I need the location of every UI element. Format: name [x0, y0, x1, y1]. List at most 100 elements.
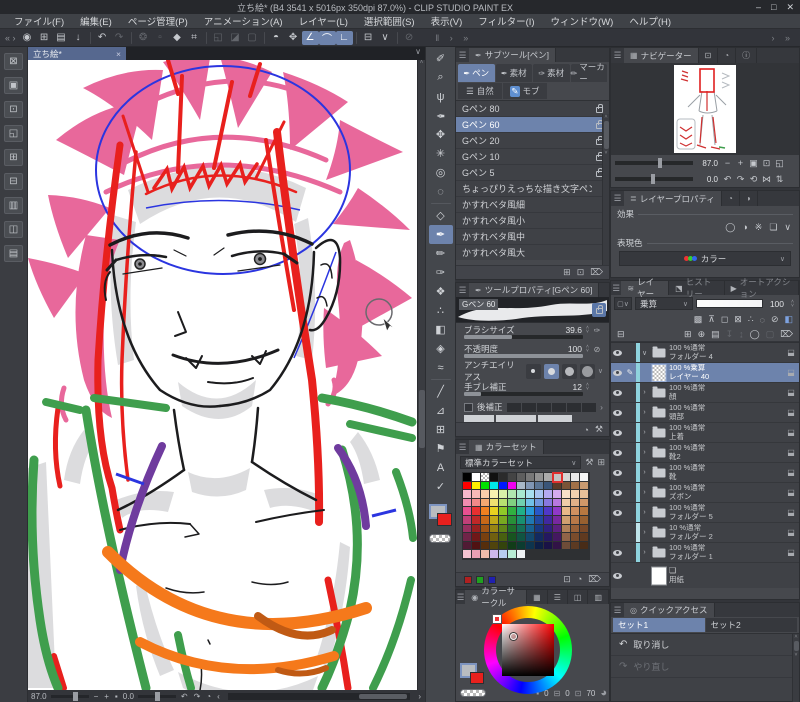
opacity-dynamics-icon[interactable]: ⊘	[591, 345, 603, 354]
color-swatch[interactable]	[481, 524, 490, 534]
color-swatch[interactable]	[490, 473, 499, 482]
color-swatch[interactable]	[472, 498, 481, 508]
hand-tool[interactable]: ψ	[429, 87, 453, 106]
color-swatch[interactable]	[508, 515, 517, 525]
color-swatch[interactable]	[472, 473, 481, 482]
color-swatch[interactable]	[535, 515, 544, 525]
lock-transparent-icon[interactable]: ∴	[748, 314, 754, 325]
stepper[interactable]: ˄ ˅	[584, 345, 591, 354]
color-swatch[interactable]	[499, 515, 508, 525]
color-swatch[interactable]	[526, 507, 535, 516]
color-swatch[interactable]	[562, 533, 571, 542]
layer-row[interactable]: ✎ › 100 %通常 靴 ⬓	[611, 463, 799, 483]
expression-color-select[interactable]: カラー ∨	[619, 251, 791, 266]
expand-arrow-icon[interactable]: ›	[640, 429, 649, 436]
color-swatch[interactable]	[580, 473, 589, 482]
brush-tool[interactable]: ✑	[429, 263, 453, 282]
color-swatch[interactable]	[472, 481, 481, 491]
color-swatch[interactable]	[481, 507, 490, 516]
color-swatch[interactable]	[526, 550, 535, 559]
color-swatch[interactable]	[552, 472, 563, 483]
figure-tool[interactable]: ╱	[429, 382, 453, 401]
snap-special-icon[interactable]: ⌒	[318, 30, 336, 45]
delete-layer-icon[interactable]: ⌦	[780, 329, 793, 340]
color-swatch[interactable]	[463, 481, 472, 491]
color-swatch[interactable]	[508, 490, 517, 499]
layer-settings-icon[interactable]: ⬓	[783, 548, 799, 557]
color-swatch[interactable]	[544, 533, 553, 542]
panel-menu-icon[interactable]: ☰	[611, 48, 624, 63]
color-swatch[interactable]	[571, 524, 580, 534]
effect-expand-icon[interactable]: ∨	[784, 222, 791, 233]
brush-item[interactable]: Gペン 80	[456, 101, 609, 117]
color-swatch[interactable]	[463, 550, 472, 559]
nav-flip-h-icon[interactable]: ⋈	[760, 174, 773, 185]
color-swatch[interactable]	[508, 498, 517, 508]
merge-down-icon[interactable]: ↨	[739, 329, 744, 339]
tab-item-bank[interactable]: ◔	[718, 48, 737, 63]
layer-row[interactable]: ✎ ❏ 用紙 ⬓	[611, 563, 799, 588]
canvas-tab[interactable]: 立ち絵* ×	[28, 47, 126, 60]
color-swatch[interactable]	[571, 473, 580, 482]
decoration-tool[interactable]: ❖	[429, 282, 453, 301]
color-swatch[interactable]	[553, 498, 562, 508]
tone-effect-icon[interactable]: ◑	[742, 222, 747, 233]
nav-fit-icon[interactable]: ⊡	[760, 158, 773, 169]
color-swatch[interactable]	[526, 473, 535, 482]
canvas-hscrollbar[interactable]	[227, 692, 411, 700]
fill-tool[interactable]: ◈	[429, 339, 453, 358]
color-swatch[interactable]	[562, 541, 571, 551]
color-swatch[interactable]	[580, 498, 589, 508]
color-swatch[interactable]	[562, 473, 571, 482]
blend-mode-select[interactable]: 乗算 ∨	[635, 297, 693, 310]
expand-arrow-icon[interactable]: ›	[640, 489, 649, 496]
color-swatch[interactable]	[517, 473, 526, 482]
color-swatch[interactable]	[580, 541, 589, 551]
reference-layer-icon[interactable]: ◧	[784, 314, 793, 325]
color-swatch[interactable]	[535, 498, 544, 508]
visibility-eye-icon[interactable]	[613, 429, 622, 436]
nav-100-icon[interactable]: ▣	[747, 158, 760, 169]
color-swatch[interactable]	[463, 524, 472, 534]
color-swatch[interactable]	[472, 524, 481, 534]
panel-menu-icon[interactable]: ☰	[456, 48, 469, 62]
color-swatch[interactable]	[571, 533, 580, 542]
tab-subview[interactable]: ⊡	[698, 48, 719, 63]
layer-row[interactable]: ✎ › 100 %通常 フォルダー 5 ⬓	[611, 503, 799, 523]
pen-tool[interactable]: ✒	[428, 225, 453, 244]
color-swatch[interactable]	[553, 550, 562, 559]
toolbar-icon[interactable]	[205, 31, 207, 44]
tab-color-history[interactable]: ▥	[588, 590, 609, 604]
color-swatch[interactable]	[526, 490, 535, 499]
color-swatch[interactable]	[571, 550, 580, 559]
val-icon[interactable]: ⊡	[575, 689, 582, 698]
canvas-zoom-in-icon[interactable]: +	[103, 692, 110, 701]
eraser-tool[interactable]: ◇	[429, 206, 453, 225]
palette-color-select[interactable]: ▢∨	[614, 297, 632, 310]
color-swatch[interactable]	[553, 481, 562, 491]
brush-item[interactable]: Gペン 5	[456, 165, 609, 181]
visibility-eye-icon[interactable]	[613, 349, 622, 356]
layer-settings-icon[interactable]: ⬓	[783, 348, 799, 357]
aa-chevron-icon[interactable]: ∨	[598, 367, 603, 375]
subtool-panel-tab[interactable]: ✒ サブツール[ペン]	[469, 48, 556, 62]
brush-item[interactable]: Gペン 60	[456, 117, 609, 133]
expand-arrow-icon[interactable]: ›	[640, 549, 649, 556]
visibility-eye-icon[interactable]	[613, 549, 622, 556]
menu-item[interactable]: 表示(V)	[423, 14, 471, 28]
dock-palette-icon[interactable]: ▣	[4, 77, 23, 94]
expand-arrow-icon[interactable]: ∨	[640, 349, 649, 357]
move-tool[interactable]: ✥	[429, 125, 453, 144]
color-swatch[interactable]	[481, 473, 490, 482]
color-swatch[interactable]	[472, 533, 481, 542]
toolbar-icon[interactable]	[355, 31, 357, 44]
expand-arrow-icon[interactable]: ›	[640, 409, 649, 416]
color-swatch[interactable]	[553, 541, 562, 551]
dock-palette-icon[interactable]: ⊟	[4, 173, 23, 190]
tool-button[interactable]	[430, 203, 451, 204]
color-swatch[interactable]	[553, 490, 562, 499]
subtool-scrollbar[interactable]: ˄ ˅	[602, 114, 609, 274]
color-swatch[interactable]	[580, 550, 589, 559]
color-swatch[interactable]	[499, 533, 508, 542]
color-swatch[interactable]	[517, 550, 526, 559]
